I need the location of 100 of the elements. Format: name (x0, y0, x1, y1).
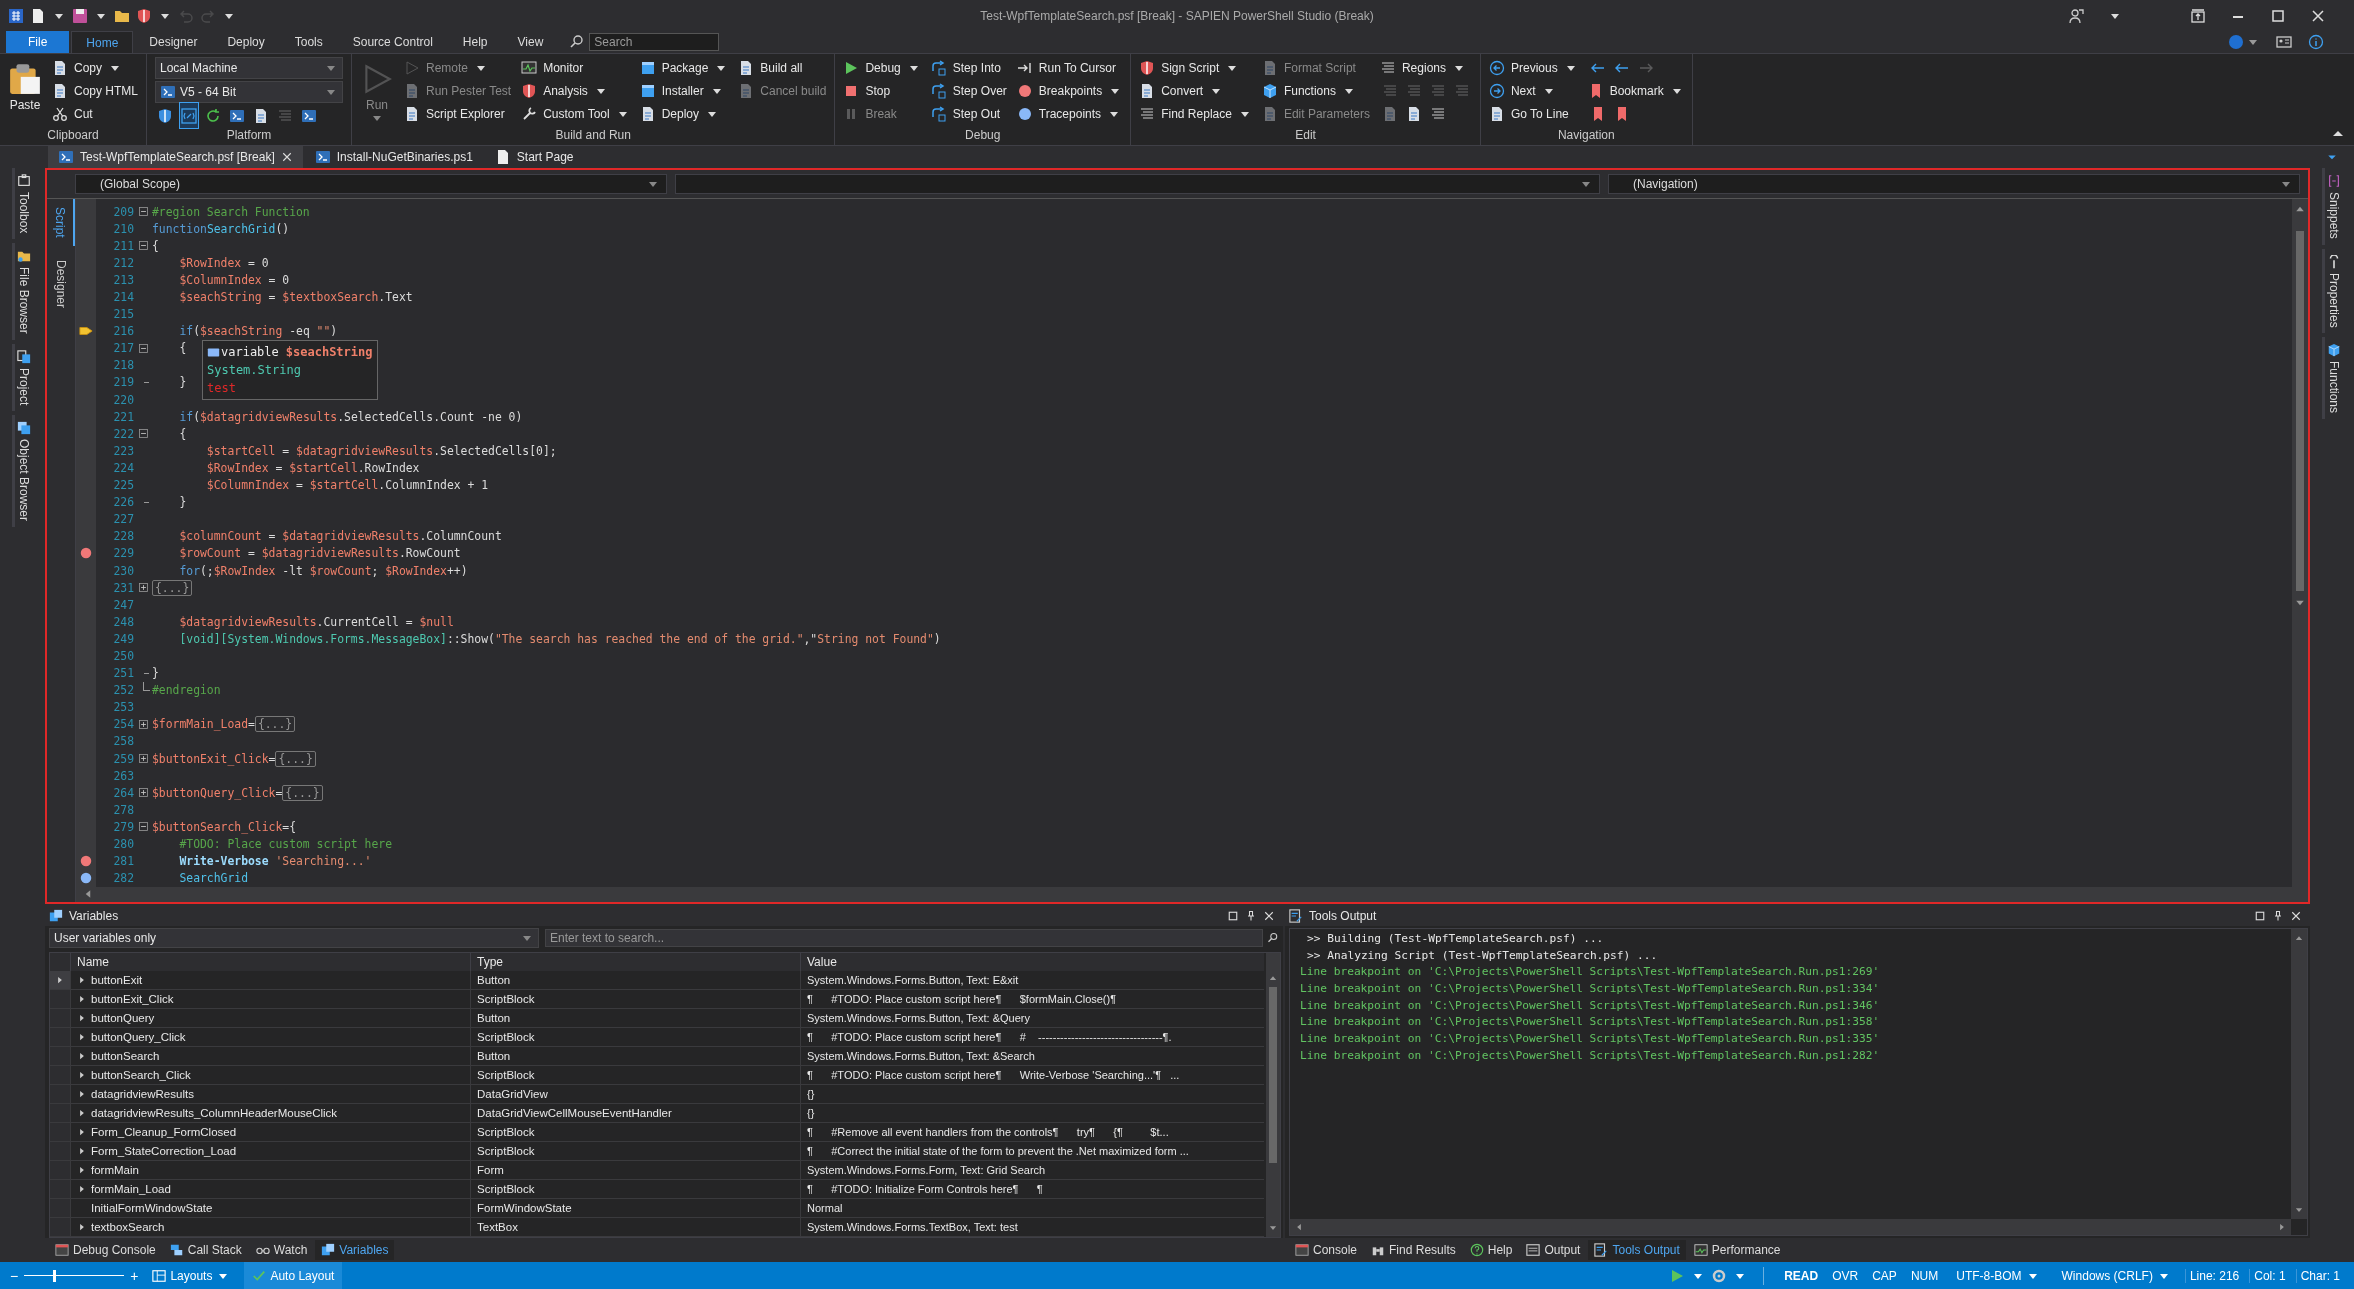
avatar-icon[interactable] (2228, 34, 2244, 50)
terminal-icon[interactable] (301, 107, 317, 124)
ribbon-button[interactable]: Regions (1379, 56, 1472, 79)
ribbon-tab[interactable]: File (6, 31, 70, 53)
ribbon-button[interactable]: Go To Line (1488, 102, 1578, 125)
auto-layout-button[interactable]: Auto Layout (244, 1262, 343, 1289)
ribbon-button[interactable]: Deploy (639, 102, 729, 125)
expand-icon[interactable] (136, 786, 150, 800)
ribbon-button[interactable]: Previous (1488, 56, 1578, 79)
vertical-scrollbar[interactable] (2291, 929, 2307, 1219)
ribbon-tab[interactable]: Designer (135, 31, 212, 53)
ribbon-button[interactable]: Script Explorer (404, 102, 512, 125)
document-tab[interactable]: Install-NuGetBinaries.ps1 (304, 146, 483, 168)
document-tab[interactable]: Test-WpfTemplateSearch.psf [Break] (48, 146, 303, 168)
save-icon[interactable] (72, 7, 88, 24)
ribbon-button[interactable]: Step Into (930, 56, 1007, 79)
maximize-icon[interactable] (2254, 910, 2266, 922)
ribbon-button[interactable]: Paste (8, 56, 42, 127)
ribbon-button[interactable]: Copy HTML (52, 79, 138, 102)
vertical-scrollbar[interactable] (2292, 199, 2308, 902)
ribbon-tab[interactable]: Deploy (213, 31, 279, 53)
close-icon[interactable] (280, 151, 293, 163)
scrollbar-thumb[interactable] (2296, 231, 2304, 591)
contact-card-icon[interactable] (2276, 34, 2292, 50)
ribbon-tab[interactable]: Tools (280, 31, 337, 53)
panel-tab[interactable]: Tools Output (1588, 1240, 1686, 1260)
ribbon-button[interactable]: Debug (843, 56, 921, 79)
ribbon-button[interactable]: Package (639, 56, 729, 79)
scrollbar-thumb[interactable] (1269, 987, 1277, 1163)
zoom-in-button[interactable]: + (130, 1267, 139, 1284)
ribbon-button[interactable]: Cut (52, 102, 138, 125)
pin-icon[interactable] (2272, 910, 2284, 922)
maximize-icon[interactable] (2270, 7, 2286, 24)
person-icon[interactable] (2068, 7, 2084, 24)
refresh-icon[interactable] (205, 107, 221, 124)
gear-icon[interactable] (1711, 1267, 1728, 1284)
shield-icon[interactable] (157, 107, 173, 124)
ribbon-button[interactable]: Convert (1139, 79, 1252, 102)
document-icon[interactable] (253, 107, 269, 124)
collapse-icon[interactable] (136, 239, 150, 253)
terminal-icon[interactable] (229, 107, 245, 124)
zoom-out-button[interactable]: − (10, 1267, 19, 1284)
sidebar-tab[interactable]: Properties (2321, 248, 2343, 334)
panel-tab[interactable]: Call Stack (163, 1240, 248, 1260)
ribbon-button[interactable]: Functions (1261, 79, 1370, 102)
sidebar-tab[interactable]: File Browser (12, 243, 33, 341)
expand-icon[interactable] (136, 752, 150, 766)
ribbon-button[interactable]: Installer (639, 79, 729, 102)
ribbon-button[interactable]: Copy (52, 56, 138, 79)
close-icon[interactable] (1263, 910, 1275, 922)
ribbon-button[interactable]: Custom Tool (521, 102, 630, 125)
panel-tab[interactable]: Output (1520, 1240, 1587, 1260)
scope-dropdown[interactable]: (Global Scope) (75, 174, 667, 194)
search-field[interactable]: Enter text to search... (545, 929, 1263, 947)
ribbon-button[interactable]: Next (1488, 79, 1578, 102)
slider-thumb[interactable] (53, 1269, 57, 1282)
editor-mode-tab[interactable]: Designer (47, 251, 75, 316)
panel-tab[interactable]: Debug Console (49, 1240, 162, 1260)
filter-dropdown[interactable]: User variables only (49, 928, 539, 948)
ribbon-button[interactable]: Step Out (930, 102, 1007, 125)
ribbon-button[interactable]: Tracepoints (1016, 102, 1123, 125)
document-tab[interactable]: Start Page (484, 146, 584, 168)
vertical-scrollbar[interactable] (1266, 953, 1280, 1237)
expand-icon[interactable] (136, 581, 150, 595)
search-field[interactable]: Search (589, 33, 720, 51)
collapse-icon[interactable] (136, 205, 150, 219)
panel-tab[interactable]: Find Results (1365, 1240, 1462, 1260)
text-lines-icon[interactable] (1429, 105, 1446, 122)
pin-icon[interactable] (1245, 910, 1257, 922)
sidebar-tab[interactable]: Toolbox (12, 168, 33, 240)
ribbon-button[interactable]: Run To Cursor (1016, 56, 1123, 79)
ribbon-tab[interactable]: View (503, 31, 558, 53)
ribbon-button[interactable]: Sign Script (1139, 56, 1252, 79)
ribbon-button[interactable]: Monitor (521, 56, 630, 79)
editor-mode-tab[interactable]: Script (47, 199, 75, 246)
panel-tab[interactable]: Help (1463, 1240, 1519, 1260)
layouts-button[interactable]: Layouts (144, 1262, 239, 1289)
panel-tab[interactable]: Variables (315, 1240, 395, 1260)
new-document-icon[interactable] (30, 7, 46, 24)
ribbon-button[interactable]: Breakpoints (1016, 79, 1123, 102)
dropdown[interactable]: Local Machine (155, 57, 343, 79)
sidebar-tab[interactable]: Functions (2321, 337, 2343, 420)
zoom-slider[interactable] (24, 1268, 125, 1283)
ribbon-tab[interactable]: Help (448, 31, 502, 53)
brackets-icon[interactable] (181, 107, 197, 124)
restore-icon[interactable] (2190, 7, 2206, 24)
sidebar-tab[interactable]: Project (12, 344, 33, 412)
expand-icon[interactable] (136, 717, 150, 731)
collapse-icon[interactable] (136, 427, 150, 441)
ribbon-tab[interactable]: Home (71, 31, 134, 53)
column-header[interactable]: Type (470, 953, 800, 971)
close-icon[interactable] (2290, 910, 2302, 922)
horizontal-scrollbar[interactable] (76, 886, 2292, 902)
column-header[interactable]: Value (800, 953, 1264, 971)
panel-tab[interactable]: Performance (1687, 1240, 1787, 1260)
encoding-dropdown[interactable]: UTF-8-BOM (1948, 1262, 2048, 1289)
panel-tab[interactable]: Watch (249, 1240, 314, 1260)
ribbon-button[interactable]: Step Over (930, 79, 1007, 102)
sidebar-tab[interactable]: Object Browser (12, 415, 33, 528)
ribbon-button[interactable]: Analysis (521, 79, 630, 102)
